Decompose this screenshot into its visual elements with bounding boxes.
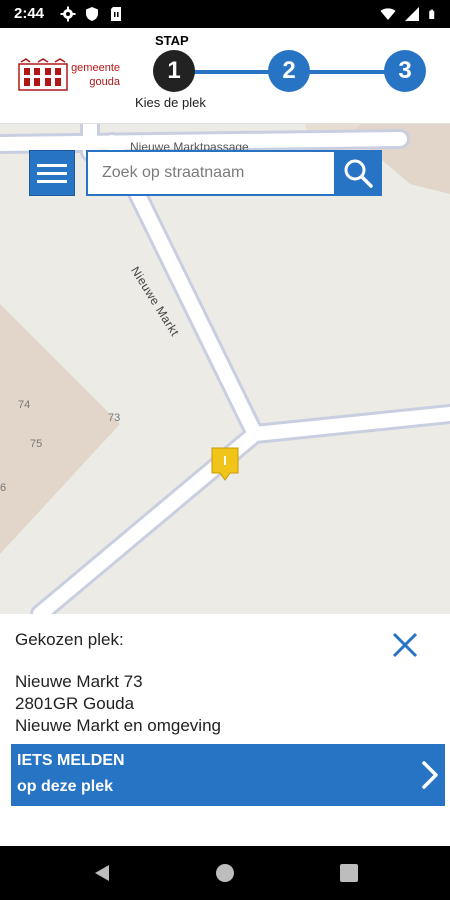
status-bar: 2:44 — [0, 0, 450, 28]
location-pin-icon[interactable] — [210, 446, 240, 482]
battery-icon — [429, 9, 435, 19]
status-right-icons — [380, 6, 438, 22]
back-icon[interactable] — [93, 864, 111, 882]
gemeente-gouda-logo[interactable]: gemeente gouda — [18, 58, 122, 94]
search-input[interactable] — [88, 152, 334, 194]
house-number: 75 — [30, 438, 43, 450]
status-time: 2:44 — [14, 5, 45, 22]
home-icon[interactable] — [216, 864, 234, 882]
step-3[interactable]: 3 — [384, 50, 426, 92]
search-icon — [344, 159, 373, 188]
chevron-right-icon — [422, 761, 438, 789]
step-2[interactable]: 2 — [268, 50, 310, 92]
close-icon — [392, 632, 418, 658]
close-button[interactable] — [388, 628, 422, 662]
house-number: 6 — [0, 482, 7, 494]
house-number: 73 — [108, 412, 121, 424]
selected-location-panel: Gekozen plek: Nieuwe Markt 73 2801GR Gou… — [0, 614, 450, 846]
address-area: Nieuwe Markt en omgeving — [15, 716, 221, 735]
hamburger-menu-icon — [37, 163, 67, 167]
status-left-icons — [60, 6, 124, 22]
wifi-icon — [380, 8, 396, 20]
map-tiles — [0, 124, 450, 614]
menu-button[interactable] — [29, 150, 75, 196]
address-street: Nieuwe Markt 73 — [15, 672, 143, 691]
step-caption: Kies de plek — [135, 95, 206, 110]
map-view[interactable]: Nieuwe Marktpassage Nieuwe Markt 74 73 7… — [0, 124, 450, 614]
navigation-bar — [0, 846, 450, 900]
step-1[interactable]: 1 — [153, 50, 195, 92]
gear-icon — [60, 6, 76, 22]
search-button[interactable] — [334, 150, 382, 196]
shield-icon — [86, 7, 98, 21]
building-block — [0, 304, 120, 554]
house-number: 74 — [18, 399, 31, 411]
stap-label: STAP — [155, 33, 189, 48]
panel-title: Gekozen plek: — [15, 630, 124, 649]
search-box[interactable] — [86, 150, 336, 196]
signal-icon — [405, 7, 419, 21]
report-here-button[interactable]: IETS MELDEN op deze plek — [11, 744, 445, 806]
report-button-sublabel: op deze plek — [17, 778, 114, 795]
logo-text: gemeente gouda — [71, 62, 120, 88]
address-block: Nieuwe Markt 73 2801GR Gouda Nieuwe Mark… — [15, 671, 221, 737]
app-header: gemeente gouda STAP 1 2 3 Kies de plek — [0, 28, 450, 124]
sim-card-icon — [111, 7, 121, 21]
city-coat-of-arms-icon — [18, 58, 68, 91]
report-button-label: IETS MELDEN — [17, 752, 125, 769]
address-postcode: 2801GR Gouda — [15, 694, 135, 713]
recents-icon[interactable] — [340, 864, 358, 882]
